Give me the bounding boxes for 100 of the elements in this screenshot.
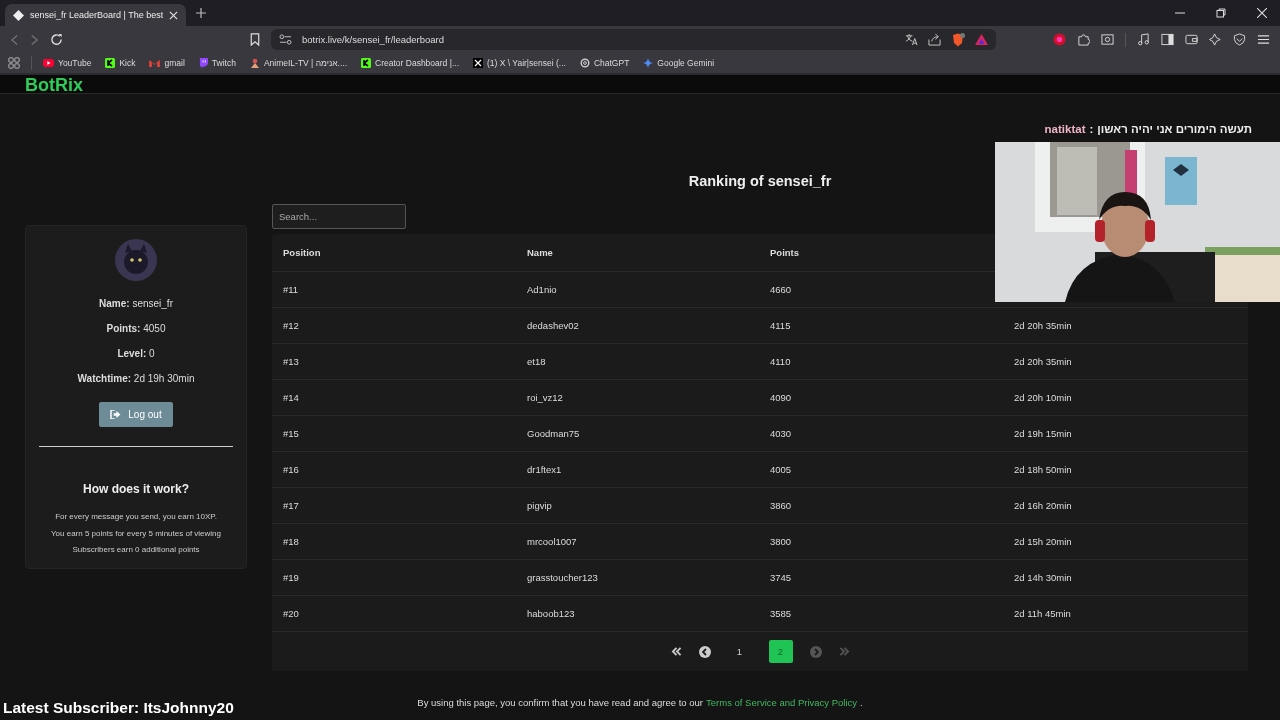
x-logo-icon <box>473 58 483 68</box>
bookmark-item[interactable]: gmail <box>149 58 185 68</box>
lion-shield-icon[interactable] <box>951 32 965 47</box>
table-cell-text: 4115 <box>770 320 792 331</box>
table-cell-text: 3860 <box>770 500 793 511</box>
reload-icon[interactable] <box>50 33 63 46</box>
table-cell-text: haboob123 <box>527 608 576 619</box>
table-cell-text: 4030 <box>770 428 793 439</box>
table-cell-text: dr1ftex1 <box>527 464 563 475</box>
left-circle-icon[interactable] <box>698 645 711 658</box>
table-cell-text: #19 <box>283 572 300 583</box>
table-cell-text: 2d 19h 15min <box>1014 428 1073 439</box>
double-left-icon[interactable] <box>670 647 682 656</box>
share-icon[interactable] <box>928 33 941 46</box>
separator-text: : <box>1089 123 1094 135</box>
record-icon[interactable] <box>1053 33 1066 46</box>
table-cell-text: dedashev02 <box>527 320 580 331</box>
table-cell-text: #14 <box>283 392 300 403</box>
screenshot-icon[interactable] <box>1101 33 1114 46</box>
tab-title: sensei_fr LeaderBoard | The best <box>30 10 164 20</box>
wallet-icon[interactable] <box>1185 33 1198 46</box>
page-button[interactable]: 1 <box>727 640 752 663</box>
forward-icon[interactable] <box>30 33 39 46</box>
info-text: You earn 5 points for every 5 minutes of viewing <box>51 527 221 540</box>
bookmark-item[interactable]: (1) X \ Yair|sensei (... <box>473 58 566 68</box>
table-cell-text: #16 <box>283 464 300 475</box>
profile-detail: Watchtime: 2d 19h 30min <box>77 372 195 385</box>
sparkle-icon[interactable] <box>1209 33 1222 46</box>
search-field[interactable]: Search... <box>272 204 406 229</box>
column-header: Points <box>770 247 801 258</box>
table-cell-text: roi_vz12 <box>527 392 564 403</box>
bookmark-item[interactable]: Kick <box>105 58 136 68</box>
table-cell-text: 2d 20h 35min <box>1014 320 1073 331</box>
plus-icon[interactable] <box>196 8 207 18</box>
table-cell-text: #20 <box>283 608 300 619</box>
sparkle-icon <box>643 58 654 68</box>
back-icon[interactable] <box>10 33 19 46</box>
sign-out-icon <box>110 410 122 419</box>
table-cell-text: #12 <box>283 320 300 331</box>
restore-icon[interactable] <box>1216 8 1226 18</box>
section-heading: How does it work? <box>83 482 189 496</box>
table-cell-text: Ad1nio <box>527 284 558 295</box>
page-title: Ranking of sensei_fr <box>687 172 833 191</box>
info-text: Subscribers earn 0 additional points <box>72 544 200 556</box>
table-cell-text: 2d 15h 20min <box>1014 536 1073 547</box>
figure-icon <box>249 58 260 68</box>
site-settings-icon[interactable] <box>279 34 292 45</box>
table-cell-text: pigvip <box>527 500 553 511</box>
bookmark-item[interactable]: Creator Dashboard |... <box>361 58 459 68</box>
table-cell-text: 3745 <box>770 572 793 583</box>
table-cell-text: 4110 <box>770 356 792 367</box>
profile-detail: Points: 4050 <box>106 322 166 335</box>
bookmark-item[interactable]: AnimeIL-TV | אנימה.... <box>249 58 348 68</box>
apps-icon[interactable] <box>8 57 20 69</box>
music-icon[interactable] <box>1137 33 1150 46</box>
sidebar-icon[interactable] <box>1161 33 1174 46</box>
avatar-icon <box>115 239 157 281</box>
info-text: For every message you send, you earn 10XP. <box>55 511 217 523</box>
url-text: botrix.live/k/sensei_fr/leaderboard <box>302 34 445 45</box>
bookmark-item[interactable]: YouTube <box>43 58 92 68</box>
table-cell-text: #11 <box>283 284 300 295</box>
period-text: . <box>860 697 863 708</box>
bookmark-item[interactable]: Twitch <box>198 58 236 68</box>
table-cell-text: #17 <box>283 500 300 511</box>
close-icon[interactable] <box>169 10 179 20</box>
k-square-icon <box>105 58 116 68</box>
k-square-icon <box>361 58 372 68</box>
table-cell-text: #18 <box>283 536 300 547</box>
table-cell-text: 4090 <box>770 392 793 403</box>
footer-text: By using this page, you confirm that you have read and agree to our <box>417 697 704 708</box>
column-header: Position <box>283 247 322 258</box>
envelope-icon <box>149 59 161 67</box>
table-cell-text: grasstoucher123 <box>527 572 599 583</box>
bookmark-item[interactable]: Google Gemini <box>643 58 715 68</box>
browser-tab[interactable]: sensei_fr LeaderBoard | The best <box>5 4 187 26</box>
chat-message: תעשה הימורים אני יהיה ראשון <box>1097 123 1252 135</box>
terms-link[interactable]: Terms of Service and Privacy Policy <box>706 697 858 708</box>
logout-button[interactable]: Log out <box>99 402 173 427</box>
diamond-icon <box>13 9 24 21</box>
menu-icon[interactable] <box>1257 33 1270 46</box>
table-cell-text: 2d 11h 45min <box>1014 608 1072 619</box>
table-cell-text: 3800 <box>770 536 793 547</box>
table-cell-text: 2d 20h 10min <box>1014 392 1073 403</box>
shield-icon[interactable] <box>1233 33 1246 46</box>
site-logo[interactable]: BotRix <box>25 75 83 95</box>
table-cell-text: 4005 <box>770 464 793 475</box>
chat-bubble-icon <box>198 58 208 68</box>
address-bar[interactable]: botrix.live/k/sensei_fr/leaderboard <box>271 29 996 50</box>
bookmark-item[interactable]: ChatGPT <box>579 58 630 68</box>
puzzle-icon[interactable] <box>1077 33 1090 46</box>
play-icon <box>43 59 54 67</box>
triangle-icon[interactable] <box>975 34 988 45</box>
close-icon[interactable] <box>1257 8 1267 18</box>
table-cell-text: 2d 20h 35min <box>1014 356 1073 367</box>
translate-icon[interactable] <box>905 33 918 46</box>
bookmark-icon[interactable] <box>250 33 260 46</box>
table-cell-text: 4660 <box>770 284 793 295</box>
table-cell-text: #13 <box>283 356 300 367</box>
table-cell-text: et18 <box>527 356 547 367</box>
table-cell-text: 2d 14h 30min <box>1014 572 1073 583</box>
